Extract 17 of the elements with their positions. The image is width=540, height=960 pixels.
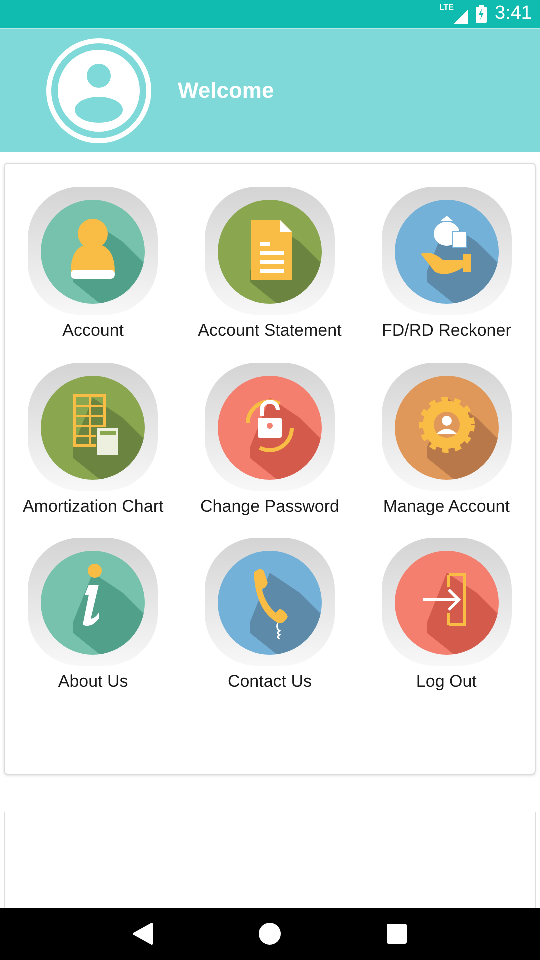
battery-icon [476,5,488,23]
menu-button[interactable]: Amortization Chart [5,362,182,519]
menu-button[interactable]: Manage Account [358,362,535,519]
back-icon[interactable] [133,923,153,945]
avatar-icon [46,38,152,144]
menu-button[interactable]: Contact Us [182,537,358,694]
menu-button[interactable]: Account [5,186,182,344]
network-type: LTE [440,4,454,12]
menu-button[interactable]: About Us [5,537,182,694]
home-icon[interactable] [259,923,281,945]
menu-button[interactable]: FD/RD Reckoner [358,186,535,344]
menu-button[interactable]: Change Password [182,362,358,519]
menu-button[interactable]: Log Out [358,537,535,694]
signal-icon [454,10,468,24]
clock: 3:41 [495,2,532,26]
welcome-title: Welcome [178,77,274,105]
menu-button[interactable]: Account Statement [182,186,358,344]
